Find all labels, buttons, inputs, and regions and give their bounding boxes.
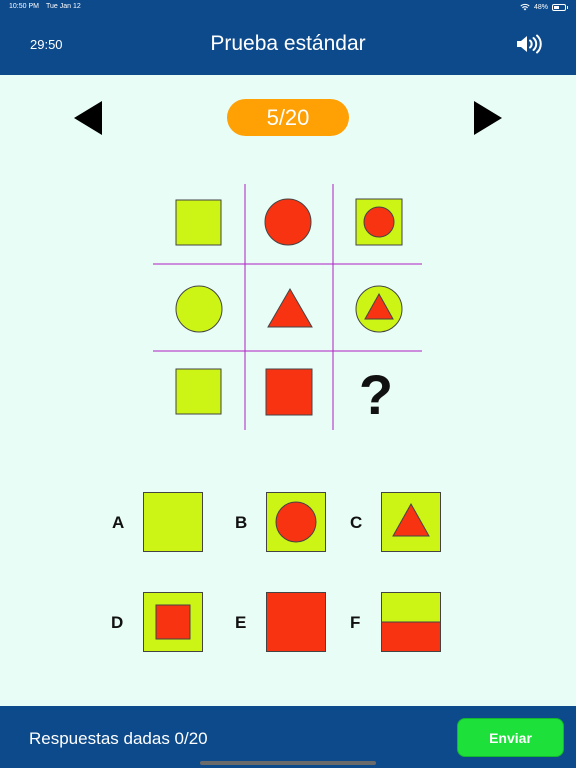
option-b[interactable] — [266, 492, 326, 552]
cell-lime-circle — [175, 285, 223, 333]
option-b-label: B — [235, 513, 248, 532]
battery-percent: 48% — [533, 3, 548, 11]
cell-inner-red-circle — [363, 206, 395, 238]
footer-bar: Respuestas dadas 0/20 Enviar — [0, 706, 576, 768]
battery-icon — [552, 3, 568, 11]
option-d-label: D — [111, 613, 124, 632]
answered-count: Respuestas dadas 0/20 — [29, 729, 208, 748]
status-right: 48% — [520, 3, 568, 11]
next-arrow-icon[interactable] — [474, 101, 502, 135]
page-title: Prueba estándar — [210, 32, 366, 55]
status-bar: 10:50 PM Tue Jan 12 48% — [0, 3, 576, 15]
cell-red-square — [265, 368, 313, 416]
status-time: 10:50 PM — [9, 3, 39, 10]
cell-lime-square — [175, 199, 222, 246]
send-button[interactable]: Enviar — [457, 718, 564, 757]
status-date: Tue Jan 12 — [46, 3, 81, 10]
header-bar: 10:50 PM Tue Jan 12 48% 29:50 Prueba est… — [0, 0, 576, 75]
cell-inner-red-triangle — [364, 292, 394, 320]
missing-cell-question-mark: ? — [358, 363, 394, 426]
cell-red-triangle — [267, 288, 313, 328]
option-c[interactable] — [381, 492, 441, 552]
option-e-label: E — [235, 613, 247, 632]
option-e[interactable] — [266, 592, 326, 652]
option-f-label: F — [350, 613, 361, 632]
cell-lime-square-red-circle — [355, 198, 403, 246]
previous-arrow-icon[interactable] — [74, 101, 102, 135]
cell-lime-circle-red-triangle — [355, 285, 403, 333]
option-d[interactable] — [143, 592, 203, 652]
option-c-label: C — [350, 513, 363, 532]
cell-red-circle — [264, 198, 312, 246]
option-a-label: A — [112, 513, 125, 532]
option-f[interactable] — [381, 592, 441, 652]
wifi-icon — [520, 3, 530, 11]
speaker-icon[interactable] — [516, 34, 542, 54]
question-counter: 5/20 — [227, 99, 349, 136]
cell-lime-square — [175, 368, 222, 415]
home-indicator[interactable] — [200, 761, 376, 765]
option-a[interactable] — [143, 492, 203, 552]
